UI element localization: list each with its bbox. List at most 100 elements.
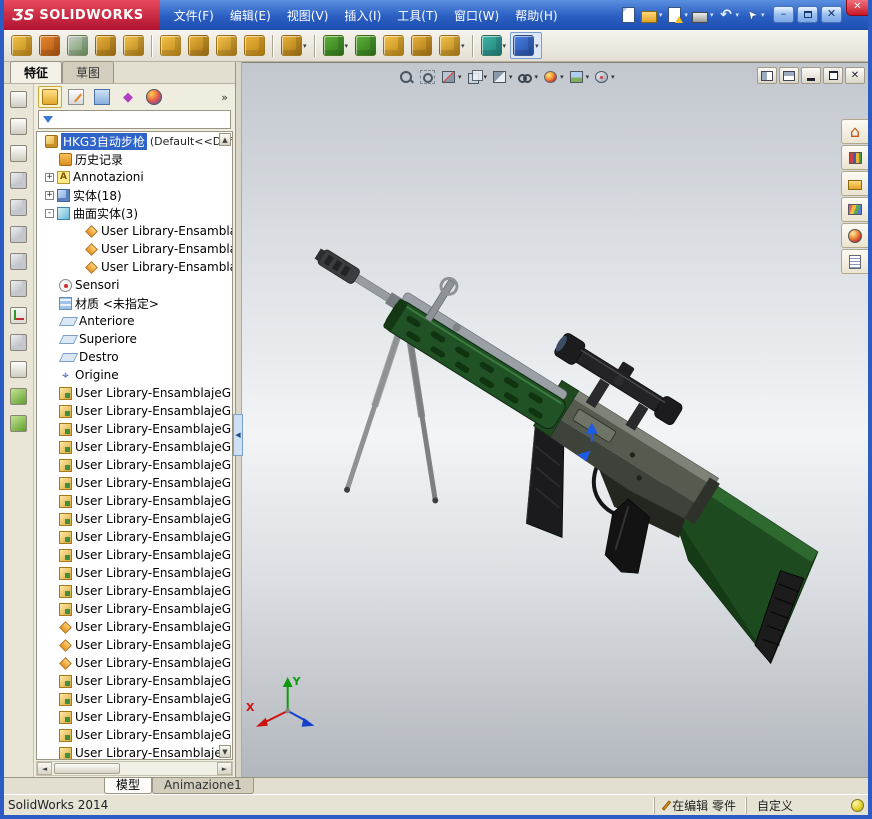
menu-item-2[interactable]: 视图(V) <box>279 3 337 28</box>
dimxpertmanager-tab[interactable]: ◆ <box>116 86 140 108</box>
scroll-track[interactable] <box>52 762 217 775</box>
menu-item-6[interactable]: 帮助(H) <box>507 3 565 28</box>
maximize-button[interactable] <box>797 6 818 23</box>
tree-item[interactable]: User Library-EnsamblajeG <box>37 546 232 564</box>
tree-item[interactable]: + Annotazioni <box>37 168 232 186</box>
tree-item[interactable]: User Library-EnsamblajeG <box>37 474 232 492</box>
tree-scroll-up-button[interactable]: ▲ <box>219 133 231 146</box>
dropdown-caret-icon[interactable]: ▾ <box>503 42 507 50</box>
measure-button[interactable]: ▾ <box>436 32 468 59</box>
make-drawing-button[interactable]: ▾ <box>664 6 690 24</box>
propertymanager-tab[interactable] <box>64 86 88 108</box>
component-pattern-button[interactable]: ▾ <box>278 32 310 59</box>
tree-item[interactable]: User Library-EnsamblajeG <box>37 564 232 582</box>
app-close-button[interactable]: ✕ <box>846 0 868 16</box>
zoom-area-button[interactable] <box>418 68 437 86</box>
part-template-button[interactable] <box>7 88 31 110</box>
filter-input[interactable] <box>57 112 226 127</box>
dropdown-caret-icon[interactable]: ▾ <box>735 11 739 19</box>
view-wireframe-button[interactable] <box>7 277 31 299</box>
dropdown-caret-icon[interactable]: ▾ <box>303 42 307 50</box>
exploded-view-button[interactable] <box>120 32 147 59</box>
tree-item[interactable]: 历史记录 <box>37 150 232 168</box>
smart-fasteners-button[interactable] <box>92 32 119 59</box>
view-isometric-button[interactable] <box>7 250 31 272</box>
featuremanager-tab[interactable] <box>38 86 62 108</box>
tree-horizontal-scrollbar[interactable]: ◄ ► <box>36 761 233 776</box>
simulation-button[interactable] <box>408 32 435 59</box>
expand-toggle[interactable]: - <box>45 208 54 218</box>
tree-item[interactable]: User Library-EnsamblajeG <box>37 690 232 708</box>
tree-item[interactable]: User Library-EnsamblajeG <box>37 510 232 528</box>
document-tab-1[interactable]: Animazione1 <box>152 778 254 794</box>
dropdown-caret-icon[interactable]: ▾ <box>509 73 513 81</box>
tree-item[interactable]: User Library-EnsamblajeG <box>37 384 232 402</box>
tree-scroll-down-button[interactable]: ▼ <box>219 745 231 758</box>
panel-tab-features[interactable]: 特征 <box>10 61 63 83</box>
menu-item-0[interactable]: 文件(F) <box>166 3 222 28</box>
view-left-button[interactable] <box>7 196 31 218</box>
design-library-tab[interactable] <box>841 145 868 170</box>
edit-part-button[interactable] <box>8 32 35 59</box>
sketch-tool-button[interactable] <box>7 331 31 353</box>
tree-item[interactable]: Superiore <box>37 330 232 348</box>
tree-item[interactable]: Sensori <box>37 276 232 294</box>
rifle-model[interactable] <box>242 194 865 732</box>
expand-toggle[interactable]: + <box>45 190 54 200</box>
section-view-button[interactable]: ▾ <box>439 68 463 86</box>
tree-item[interactable]: Origine <box>37 366 232 384</box>
print-button[interactable]: ▾ <box>690 6 716 24</box>
dropdown-caret-icon[interactable]: ▾ <box>560 73 564 81</box>
view-settings-button[interactable]: ▾ <box>592 68 616 86</box>
display-style-button[interactable]: ▾ <box>490 68 514 86</box>
dropdown-caret-icon[interactable]: ▾ <box>684 11 688 19</box>
menu-item-5[interactable]: 窗口(W) <box>446 3 507 28</box>
new-document-button[interactable] <box>618 6 639 24</box>
dropdown-caret-icon[interactable]: ▾ <box>461 42 465 50</box>
tree-item[interactable]: User Library-EnsamblajeG <box>37 744 232 759</box>
tree-root-item[interactable]: HKG3自动步枪 (Default<<Def <box>37 132 232 150</box>
move-component-button[interactable] <box>36 32 63 59</box>
graphics-viewport[interactable]: Y X ▾ ▾ ▾ ▾ ▾ ▾ ▾ ✕ ⌂ <box>242 62 868 777</box>
select-button[interactable]: ➤ ▾ <box>741 6 767 24</box>
document-tab-0[interactable]: 模型 <box>104 778 153 794</box>
custom-properties-tab[interactable] <box>841 249 868 274</box>
viewport-split-horizontal-button[interactable] <box>757 67 777 84</box>
dropdown-caret-icon[interactable]: ▾ <box>611 73 615 81</box>
view-palette-tab[interactable] <box>841 197 868 222</box>
render-tools-button[interactable] <box>7 412 31 434</box>
tree-item[interactable]: User Library-EnsamblajeG <box>37 528 232 546</box>
sketch-button[interactable]: ▾ <box>510 32 542 59</box>
displaymanager-tab[interactable] <box>142 86 166 108</box>
rotate-component-button[interactable] <box>64 32 91 59</box>
panel-overflow-button[interactable]: » <box>221 91 231 104</box>
minimize-button[interactable]: – <box>773 6 794 23</box>
tree-item[interactable]: User Library-Ensambla <box>37 240 232 258</box>
menu-item-3[interactable]: 插入(I) <box>336 3 389 28</box>
tree-item[interactable]: User Library-EnsamblajeG <box>37 492 232 510</box>
drawing-template-button[interactable] <box>7 142 31 164</box>
view-top-button[interactable] <box>7 223 31 245</box>
open-button[interactable]: ▾ <box>639 6 665 24</box>
zoom-fit-button[interactable] <box>397 68 416 86</box>
quick-tips-icon[interactable] <box>851 798 864 812</box>
tree-item[interactable]: Anteriore <box>37 312 232 330</box>
tree-item[interactable]: User Library-EnsamblajeG <box>37 402 232 420</box>
expand-toggle[interactable]: + <box>45 172 54 182</box>
scroll-right-button[interactable]: ► <box>217 762 232 775</box>
menu-item-4[interactable]: 工具(T) <box>389 3 446 28</box>
tree-item[interactable]: User Library-Ensambla <box>37 258 232 276</box>
splitter-collapse-button[interactable]: ◀ <box>233 414 243 456</box>
3d-scene[interactable]: Y X <box>242 63 868 773</box>
annotation-tool-button[interactable] <box>7 358 31 380</box>
reference-geometry-button[interactable]: ▾ <box>320 32 352 59</box>
curves-button[interactable] <box>352 32 379 59</box>
restore-document-button[interactable] <box>823 67 843 84</box>
dropdown-caret-icon[interactable]: ▾ <box>345 42 349 50</box>
tree-item[interactable]: 材质 <未指定> <box>37 294 232 312</box>
home-tab[interactable]: ⌂ <box>841 119 868 144</box>
scene-button[interactable]: ▾ <box>567 68 591 86</box>
instant3d-button[interactable] <box>380 32 407 59</box>
close-document-button[interactable]: ✕ <box>845 67 865 84</box>
tree-item[interactable]: User Library-EnsamblajeG <box>37 456 232 474</box>
